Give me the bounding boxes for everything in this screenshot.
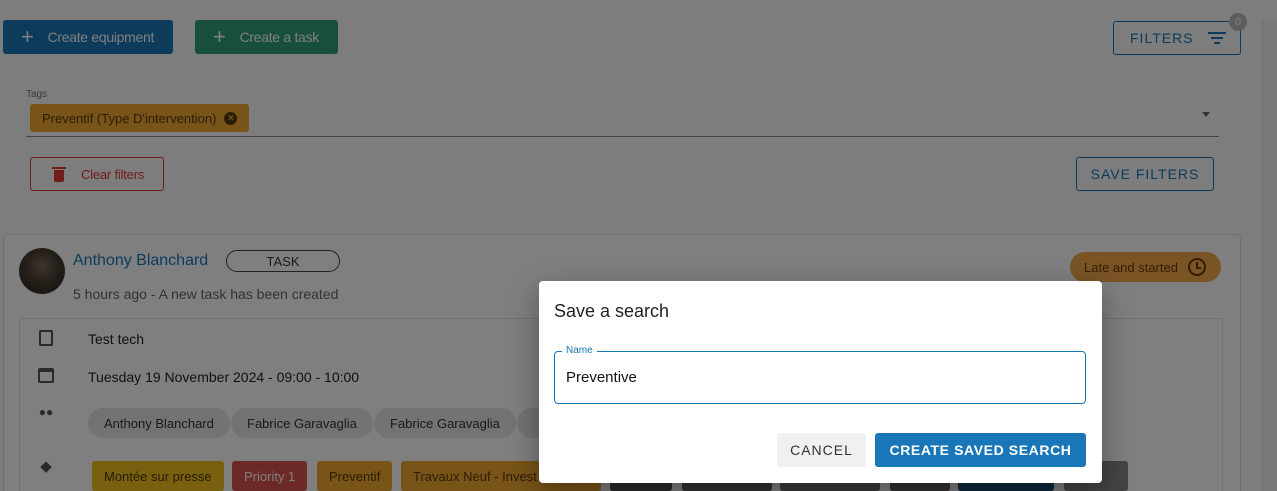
page: + Create equipment + Create a task FILTE… — [0, 0, 1277, 491]
name-input[interactable] — [566, 369, 1066, 386]
cancel-button[interactable]: CANCEL — [777, 433, 866, 467]
name-field-label: Name — [562, 345, 597, 356]
dialog-title: Save a search — [554, 301, 670, 321]
save-search-dialog: Save a search Name CANCEL CREATE SAVED S… — [539, 281, 1102, 483]
create-saved-search-button[interactable]: CREATE SAVED SEARCH — [875, 433, 1086, 467]
name-field[interactable]: Name — [554, 345, 1086, 404]
